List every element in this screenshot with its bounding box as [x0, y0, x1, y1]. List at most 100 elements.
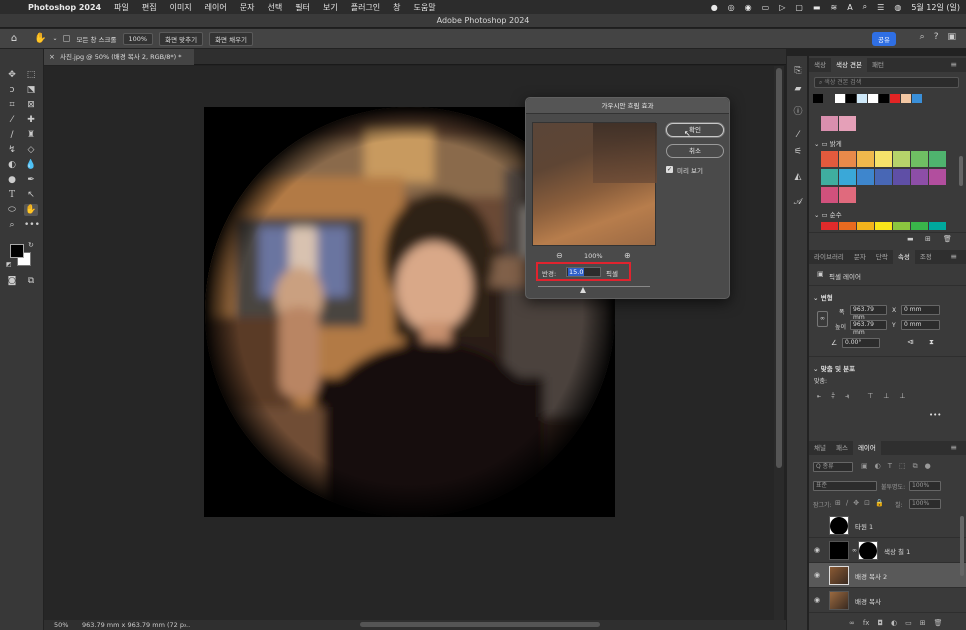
- color-swatch[interactable]: [839, 116, 856, 131]
- brushes-icon[interactable]: ⁄: [791, 128, 805, 142]
- swatch-group-bright[interactable]: ⌄ ▭ 밝게: [814, 138, 842, 148]
- monitor-icon[interactable]: ▢: [795, 3, 803, 12]
- menu-image[interactable]: 이미지: [170, 2, 192, 13]
- layer-row[interactable]: 타원 1: [809, 513, 966, 538]
- dodge-tool-icon[interactable]: ●: [5, 174, 19, 186]
- align-center-h-icon[interactable]: ⫩: [831, 392, 835, 401]
- color-swatch[interactable]: [893, 222, 910, 230]
- color-swatch[interactable]: [929, 222, 946, 230]
- color-swatch[interactable]: [835, 94, 845, 103]
- fit-screen-button[interactable]: 화면 맞추기: [159, 31, 204, 46]
- display-icon[interactable]: ▭: [762, 3, 770, 12]
- marquee-tool-icon[interactable]: ⬚: [24, 69, 38, 81]
- menu-view[interactable]: 보기: [323, 2, 338, 13]
- tab-paragraph[interactable]: 단락: [871, 250, 893, 264]
- filter-pixel-icon[interactable]: ▣: [861, 462, 868, 471]
- menu-type[interactable]: 문자: [240, 2, 255, 13]
- y-field[interactable]: 0 mm: [901, 320, 940, 330]
- menu-select[interactable]: 선택: [268, 2, 283, 13]
- filter-toggle-icon[interactable]: ●: [925, 462, 931, 471]
- foreground-color-swatch[interactable]: [10, 244, 24, 258]
- menu-plugins[interactable]: 플러그인: [351, 2, 380, 13]
- color-swatch[interactable]: [821, 116, 838, 131]
- siri-icon[interactable]: ◍: [894, 3, 901, 12]
- filter-shape-icon[interactable]: ⬚: [899, 462, 906, 471]
- blur-tool-icon[interactable]: 💧: [24, 159, 38, 171]
- home-icon[interactable]: ⌂: [6, 33, 22, 44]
- eye-icon[interactable]: ◉: [814, 546, 820, 554]
- color-swatch[interactable]: [857, 94, 867, 103]
- color-swatch[interactable]: [929, 169, 946, 185]
- tab-adjustments[interactable]: 조정: [915, 250, 937, 264]
- more-options-icon[interactable]: •••: [929, 411, 941, 419]
- opacity-field[interactable]: 100%: [909, 481, 941, 491]
- frame-tool-icon[interactable]: ⊠: [24, 99, 38, 111]
- type-tool-icon[interactable]: T: [5, 189, 19, 201]
- color-swatch[interactable]: [839, 187, 856, 203]
- creative-cloud-icon[interactable]: ◎: [728, 3, 735, 12]
- battery-icon[interactable]: ▬: [813, 3, 821, 12]
- color-swatch[interactable]: [890, 94, 900, 103]
- blend-mode-select[interactable]: 표준: [813, 481, 877, 491]
- hand-tool-icon[interactable]: ✋: [24, 204, 38, 216]
- status-zoom[interactable]: 50%: [54, 620, 68, 630]
- ellipse-tool-icon[interactable]: ⬭: [5, 204, 19, 216]
- color-swatch[interactable]: [893, 169, 910, 185]
- align-right-icon[interactable]: ⫣: [845, 392, 849, 401]
- lock-position-icon[interactable]: ✥: [853, 499, 859, 507]
- menu-edit[interactable]: 편집: [142, 2, 157, 13]
- ok-button[interactable]: 확인: [666, 123, 724, 137]
- share-button[interactable]: 공유: [872, 32, 896, 46]
- flip-vertical-icon[interactable]: ⧗: [929, 338, 934, 347]
- brush-tool-icon[interactable]: ∕: [5, 129, 19, 141]
- link-icon[interactable]: ∞: [852, 547, 857, 554]
- x-field[interactable]: 0 mm: [901, 305, 940, 315]
- align-header[interactable]: ⌄ 맞춤 및 분포: [813, 363, 855, 373]
- tab-character[interactable]: 문자: [849, 250, 871, 264]
- zoom-in-icon[interactable]: ⊕: [624, 251, 631, 260]
- color-swatch[interactable]: [901, 94, 911, 103]
- history-brush-tool-icon[interactable]: ↯: [5, 144, 19, 156]
- filter-adjustment-icon[interactable]: ◐: [875, 462, 881, 471]
- lock-pixels-icon[interactable]: ∕: [846, 499, 848, 507]
- menu-file[interactable]: 파일: [114, 2, 129, 13]
- color-swatch[interactable]: [875, 169, 892, 185]
- tab-color[interactable]: 색상: [809, 58, 831, 72]
- color-swatch[interactable]: [911, 169, 928, 185]
- swatch-search-input[interactable]: ⌕ 색상 견본 검색: [814, 77, 959, 88]
- status-arrow-icon[interactable]: ›: [184, 620, 187, 630]
- panel-menu-icon[interactable]: ≡: [945, 250, 962, 264]
- tab-paths[interactable]: 패스: [831, 441, 853, 455]
- color-swatch[interactable]: [857, 151, 874, 167]
- preview-window[interactable]: [532, 122, 657, 246]
- gradient-tool-icon[interactable]: ◐: [5, 159, 19, 171]
- new-swatch-icon[interactable]: ⊞: [925, 235, 931, 243]
- panel-menu-icon[interactable]: ≡: [945, 441, 962, 455]
- layer-filter-select[interactable]: Q 종류: [813, 462, 853, 472]
- more-tools-icon[interactable]: •••: [24, 219, 40, 231]
- panel-menu-icon[interactable]: ≡: [945, 58, 962, 72]
- lock-all-icon[interactable]: 🔒: [875, 499, 884, 507]
- lasso-tool-icon[interactable]: ↄ: [5, 84, 19, 96]
- add-mask-icon[interactable]: ◘: [877, 619, 883, 627]
- color-swatch[interactable]: [821, 169, 838, 185]
- color-swatch[interactable]: [911, 222, 928, 230]
- app-menu[interactable]: Photoshop 2024: [28, 3, 101, 12]
- dialog-title[interactable]: 가우시안 흐림 효과: [526, 98, 729, 114]
- swatch-scroll-thumb[interactable]: [959, 156, 963, 186]
- eyedropper-tool-icon[interactable]: ⁄: [5, 114, 19, 126]
- filter-type-icon[interactable]: T: [888, 462, 892, 471]
- crop-tool-icon[interactable]: ⌗: [5, 99, 19, 111]
- adjustment-layer-icon[interactable]: ◐: [891, 619, 897, 627]
- menu-layer[interactable]: 레이어: [205, 2, 227, 13]
- wifi-icon[interactable]: ≋: [830, 3, 837, 12]
- align-bottom-icon[interactable]: ⊥: [899, 392, 905, 401]
- brush-settings-icon[interactable]: ⚟: [791, 145, 805, 159]
- color-swatch[interactable]: [839, 151, 856, 167]
- width-field[interactable]: 963.79 mm: [850, 305, 887, 321]
- layer-row[interactable]: ◉ ∞ 색상 칠 1: [809, 538, 966, 563]
- color-swatch[interactable]: [911, 151, 928, 167]
- tab-swatches[interactable]: 색상 견본: [830, 58, 867, 72]
- height-field[interactable]: 963.79 mm: [850, 320, 887, 336]
- control-center-icon[interactable]: ☰: [877, 3, 884, 12]
